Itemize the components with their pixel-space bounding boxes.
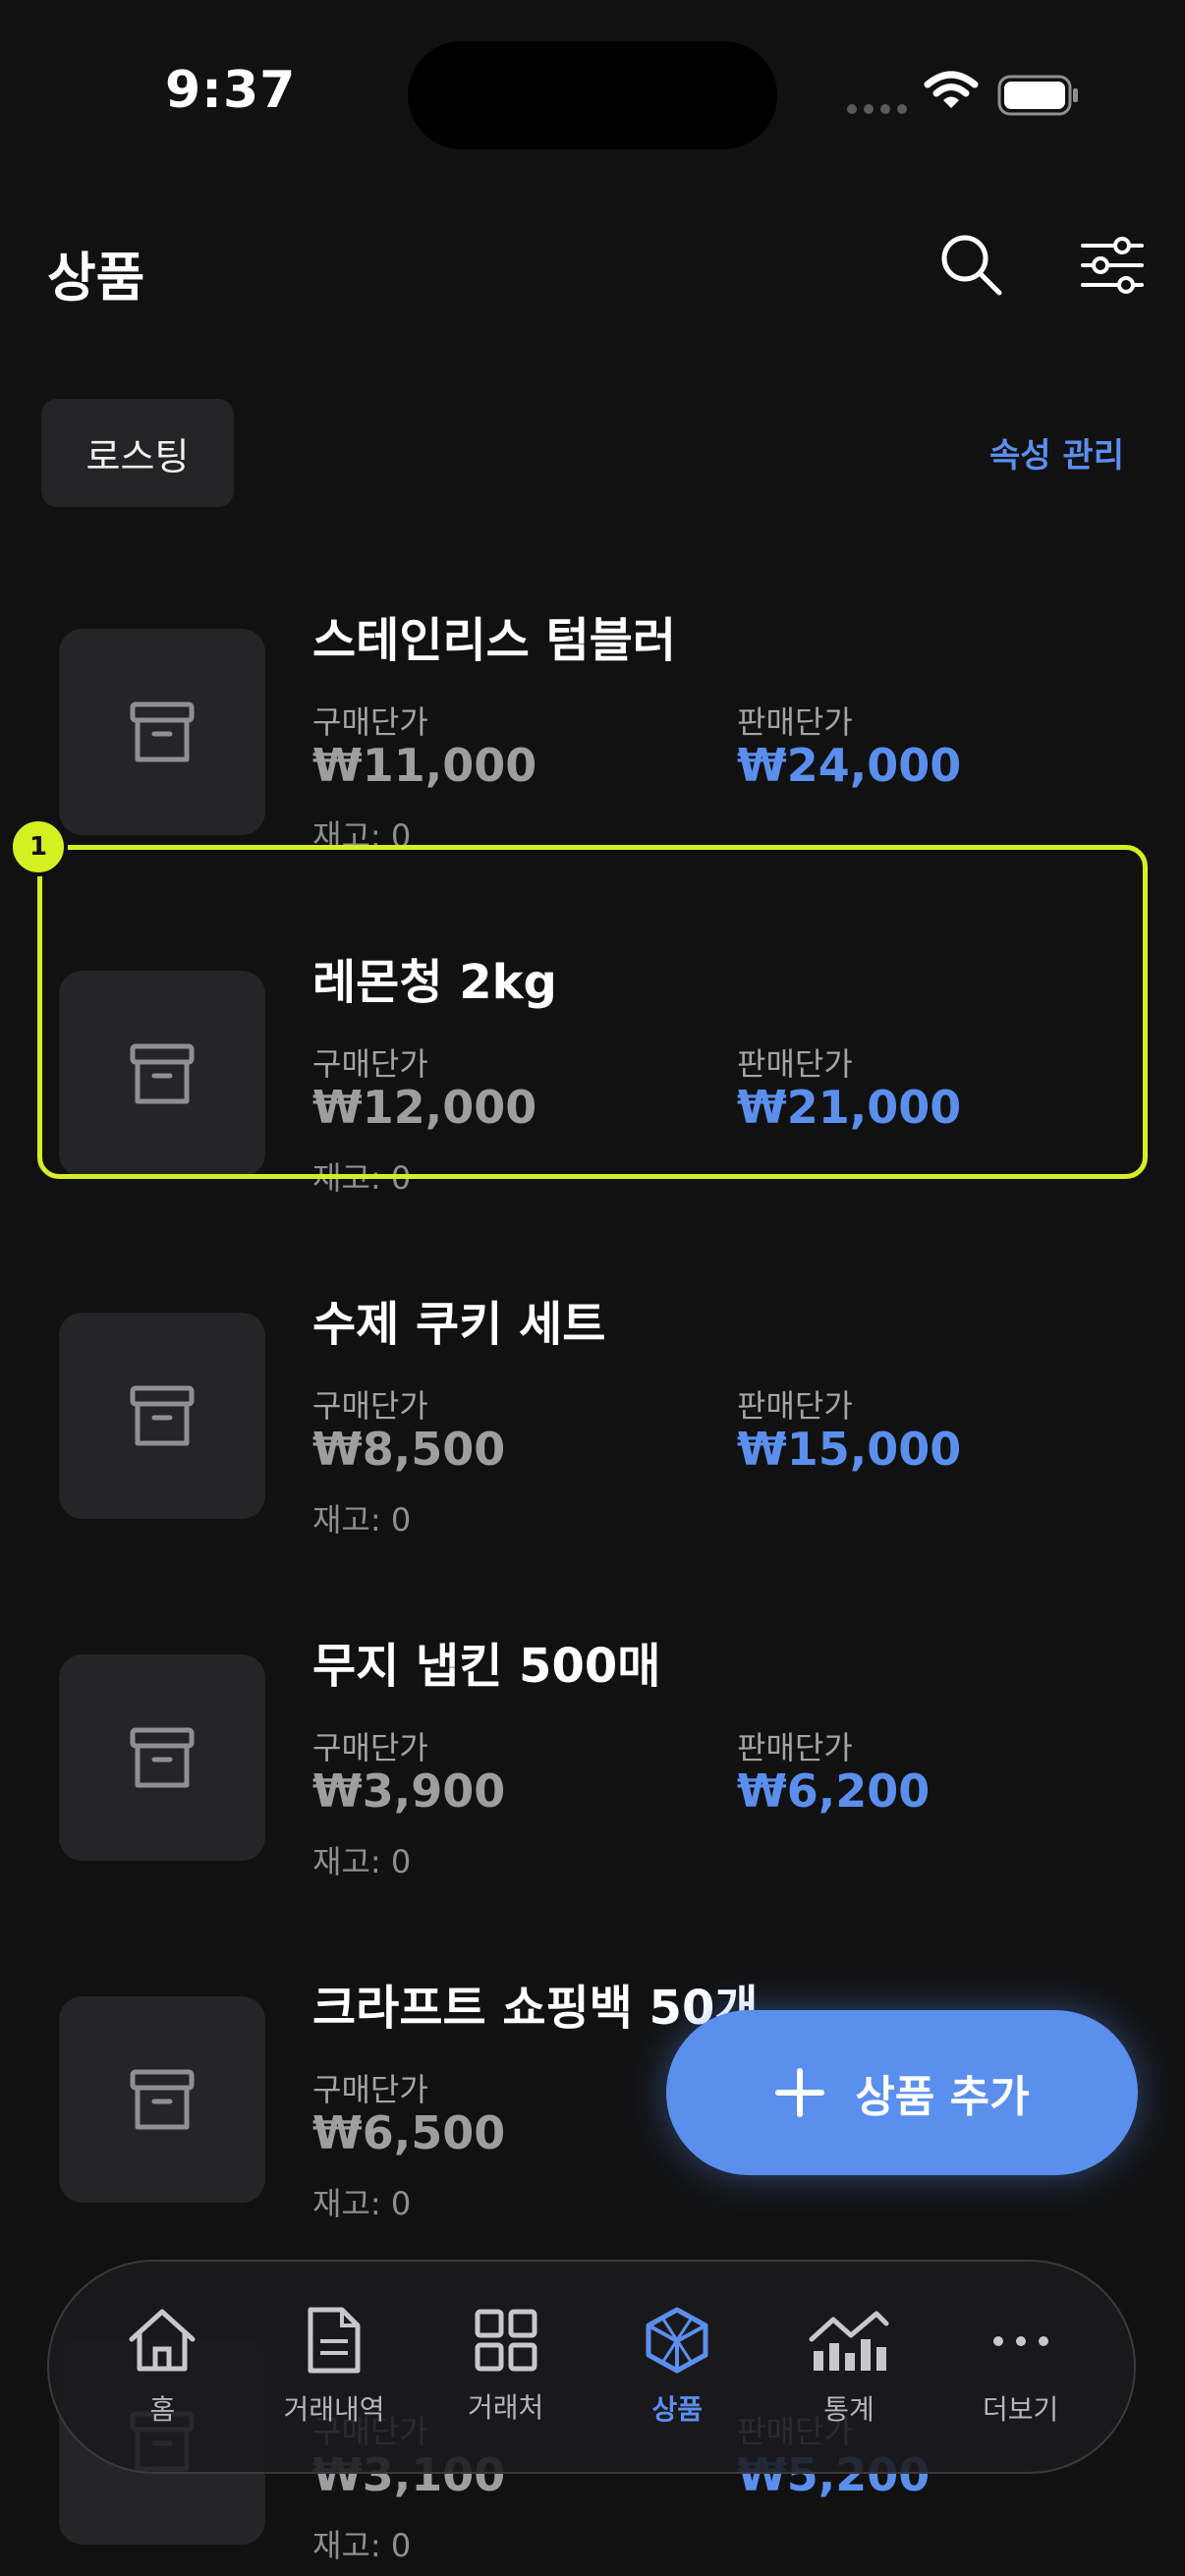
tab-label: 통계: [823, 2393, 875, 2426]
buy-price-label: 구매단가: [312, 2071, 428, 2108]
tab-more[interactable]: 더보기: [942, 2306, 1100, 2428]
page-title: 상품: [47, 247, 145, 308]
wifi-icon: [924, 71, 979, 108]
archive-box-icon: [130, 2069, 195, 2130]
add-product-label: 상품 추가: [855, 2072, 1030, 2122]
tab-transactions[interactable]: 거래내역: [255, 2306, 413, 2428]
tab-clients[interactable]: 거래처: [427, 2308, 585, 2426]
grid-icon: [475, 2309, 537, 2372]
tab-products[interactable]: 상품: [598, 2306, 756, 2428]
product-row[interactable]: 무지 냅킨 500매구매단가 ₩3,900 판매단가 ₩6,200 재고: 0: [0, 1639, 1185, 1979]
bottom-tab-bar: 홈 거래내역 거래처 상품 통계 더보기: [47, 2260, 1136, 2474]
tab-label: 거래처: [468, 2391, 544, 2424]
stock-count: 재고: 0: [312, 2185, 412, 2222]
archive-box-icon: [130, 1727, 195, 1788]
filter-settings-icon[interactable]: [1081, 236, 1144, 295]
status-time: 9:37: [165, 61, 297, 120]
buy-price: ₩3,900: [312, 1764, 506, 1818]
document-icon: [308, 2307, 361, 2374]
tab-label: 홈: [149, 2393, 176, 2426]
tab-label: 더보기: [982, 2393, 1059, 2426]
sell-price: ₩6,200: [737, 1764, 931, 1818]
buy-price-label: 구매단가: [312, 1729, 428, 1766]
highlight-frame: [37, 845, 1148, 1179]
cellular-signal-icon: [847, 104, 907, 114]
sell-price-label: 판매단가: [737, 1387, 853, 1425]
more-icon: [992, 2336, 1048, 2346]
chart-icon: [809, 2311, 889, 2371]
tab-label: 거래내역: [283, 2393, 385, 2426]
tab-home[interactable]: 홈: [84, 2306, 241, 2428]
manage-attributes-link[interactable]: 속성 관리: [989, 428, 1124, 476]
tab-label: 상품: [651, 2393, 704, 2426]
sell-price: ₩15,000: [737, 1423, 962, 1476]
add-product-button[interactable]: 상품 추가: [666, 2010, 1138, 2175]
sell-price-label: 판매단가: [737, 1729, 853, 1766]
dynamic-island: [408, 41, 777, 149]
plus-icon: [775, 2068, 825, 2117]
tab-statistics[interactable]: 통계: [770, 2306, 928, 2428]
buy-price: ₩8,500: [312, 1423, 506, 1476]
stock-count: 재고: 0: [312, 1843, 412, 1880]
stock-count: 재고: 0: [312, 2527, 412, 2564]
stock-count: 재고: 0: [312, 1501, 412, 1539]
product-name: 무지 냅킨 500매: [312, 1639, 661, 1694]
product-row[interactable]: 수제 쿠키 세트구매단가 ₩8,500 판매단가 ₩15,000 재고: 0: [0, 1297, 1185, 1637]
product-thumbnail: [59, 1654, 265, 1861]
product-thumbnail: [59, 1313, 265, 1519]
product-name: 스테인리스 텀블러: [312, 613, 676, 668]
buy-price: ₩6,500: [312, 2106, 506, 2159]
product-name: 크라프트 쇼핑백 50개: [312, 1981, 759, 2036]
cube-icon: [646, 2307, 708, 2374]
home-icon: [129, 2309, 196, 2372]
buy-price: ₩11,000: [312, 739, 537, 792]
buy-price-label: 구매단가: [312, 1387, 428, 1425]
product-thumbnail: [59, 1996, 265, 2203]
product-thumbnail: [59, 629, 265, 835]
buy-price-label: 구매단가: [312, 703, 428, 741]
archive-box-icon: [130, 1385, 195, 1446]
highlight-badge: 1: [9, 817, 68, 876]
product-name: 수제 쿠키 세트: [312, 1297, 606, 1352]
archive-box-icon: [130, 701, 195, 762]
sell-price: ₩24,000: [737, 739, 962, 792]
sell-price-label: 판매단가: [737, 703, 853, 741]
search-icon[interactable]: [938, 232, 1003, 297]
battery-icon: [997, 75, 1078, 116]
category-chip[interactable]: 로스팅: [41, 399, 234, 507]
